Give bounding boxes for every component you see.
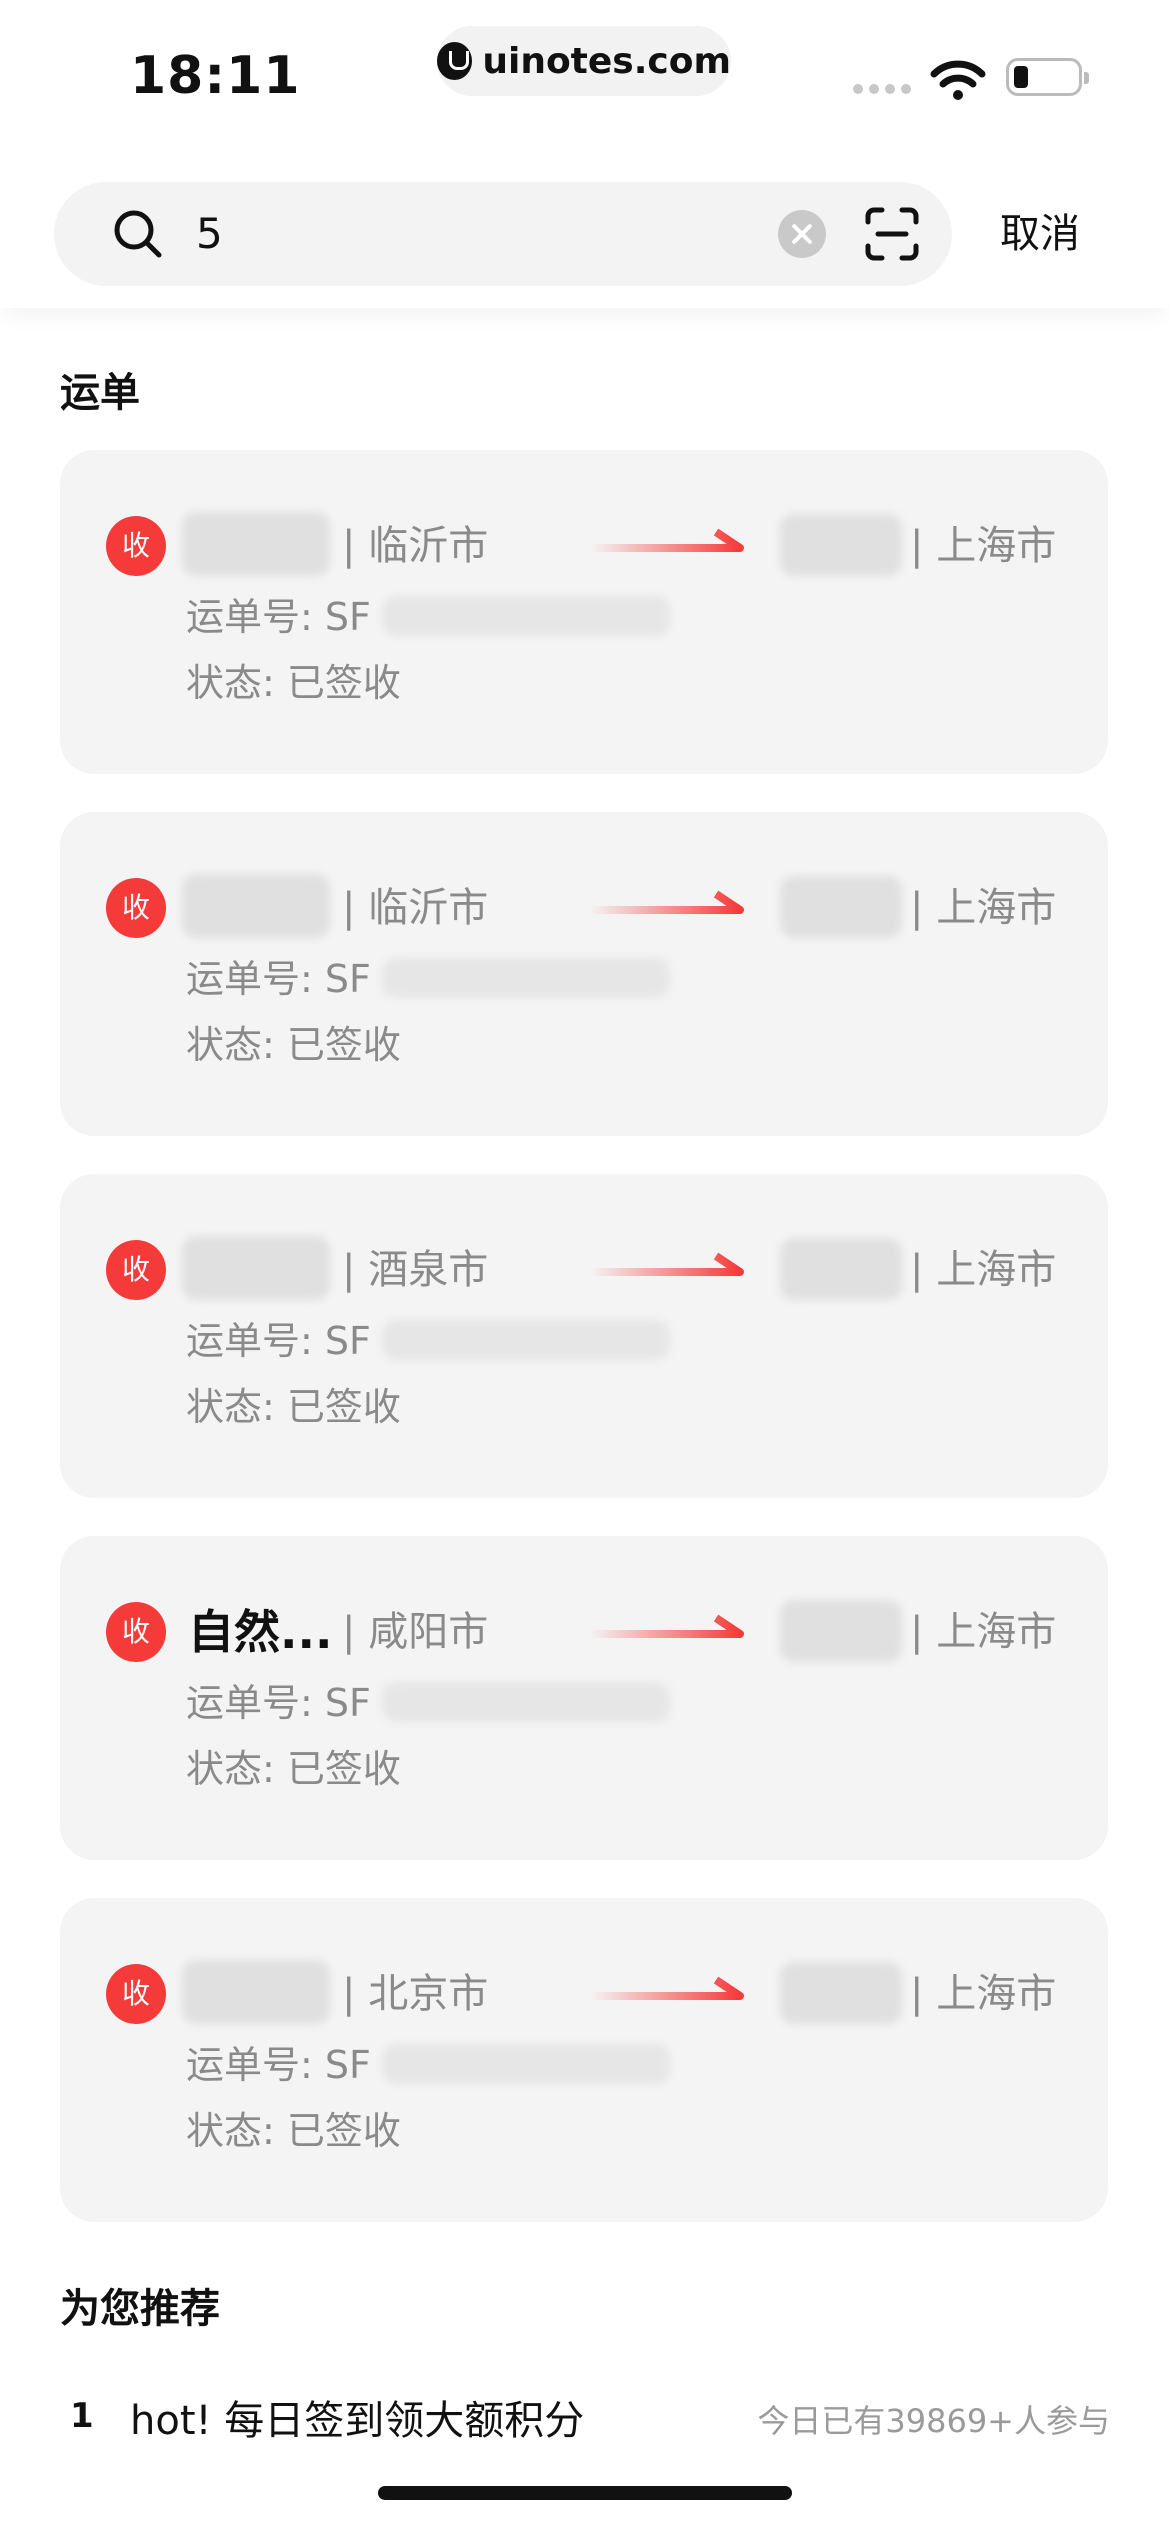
receive-badge: 收 [106,878,166,938]
receive-badge: 收 [106,1240,166,1300]
waybill-number-redacted [382,596,670,636]
waybill-number-redacted [382,958,670,998]
sender-city: | 临沂市 [342,885,489,931]
search-header: 5 取消 [0,150,1170,308]
waybill-number: 运单号: SF [186,957,371,1001]
status-bar: 18:11 uinotes.com [0,0,1170,150]
section-title-waybill: 运单 [60,370,140,416]
recommend-meta: 今日已有39869+人参与 [757,2402,1110,2438]
waybill-number-redacted [382,2044,670,2084]
search-input[interactable]: 5 [196,206,223,262]
receiver-name-redacted [780,1962,902,2024]
waybill-card[interactable]: 收 | 酒泉市 | 上海市 运单号: SF 状态: 已签收 [60,1174,1108,1498]
waybill-number-redacted [382,1320,670,1360]
wifi-icon [930,60,986,100]
section-title-recommend: 为您推荐 [60,2286,220,2332]
recommend-text: hot! 每日签到领大额积分 [130,2398,585,2438]
receiver-city: | 上海市 [910,1609,1057,1655]
sender-city: | 酒泉市 [342,1247,489,1293]
receive-badge: 收 [106,1602,166,1662]
sender-name-redacted [182,874,330,938]
sender-name-redacted [182,1236,330,1300]
sender-name-redacted [182,512,330,576]
site-logo-icon [437,42,473,80]
waybill-number: 运单号: SF [186,1681,371,1725]
waybill-card[interactable]: 收 | 北京市 | 上海市 运单号: SF 状态: 已签收 [60,1898,1108,2222]
receive-badge: 收 [106,516,166,576]
waybill-status: 状态: 已签收 [186,1023,401,1067]
sender-name: 自然... [188,1605,333,1659]
waybill-card[interactable]: 收 自然... | 咸阳市 | 上海市 运单号: SF 状态: 已签收 [60,1536,1108,1860]
url-pill[interactable]: uinotes.com [437,26,731,96]
sender-name-redacted [182,1960,330,2024]
status-time: 18:11 [130,46,301,106]
waybill-status: 状态: 已签收 [186,661,401,705]
sender-city: | 咸阳市 [342,1609,489,1655]
waybill-number: 运单号: SF [186,2043,371,2087]
sender-city: | 临沂市 [342,523,489,569]
route-arrow-icon [590,1614,744,1638]
route-arrow-icon [590,1252,744,1276]
url-text: uinotes.com [482,40,731,82]
receiver-city: | 上海市 [910,1971,1057,2017]
receive-badge: 收 [106,1964,166,2024]
receiver-city: | 上海市 [910,1247,1057,1293]
route-arrow-icon [590,1976,744,2000]
cellular-signal-icon [853,84,911,94]
search-icon [114,210,162,258]
waybill-card[interactable]: 收 | 临沂市 | 上海市 运单号: SF 状态: 已签收 [60,812,1108,1136]
scan-icon[interactable] [864,206,920,262]
receiver-city: | 上海市 [910,523,1057,569]
receiver-name-redacted [780,1238,902,1300]
recommend-item[interactable]: 1 hot! 每日签到领大额积分 今日已有39869+人参与 [60,2388,1110,2438]
waybill-status: 状态: 已签收 [186,1747,401,1791]
sender-city: | 北京市 [342,1971,489,2017]
waybill-card[interactable]: 收 | 临沂市 | 上海市 运单号: SF 状态: 已签收 [60,450,1108,774]
waybill-number-redacted [382,1682,670,1722]
cancel-button[interactable]: 取消 [1000,206,1080,262]
receiver-name-redacted [780,876,902,938]
receiver-name-redacted [780,514,902,576]
waybill-status: 状态: 已签收 [186,2109,401,2153]
search-box[interactable]: 5 [54,182,952,286]
receiver-city: | 上海市 [910,885,1057,931]
battery-icon [1006,58,1089,96]
route-arrow-icon [590,890,744,914]
recommend-index: 1 [70,2396,94,2436]
home-indicator[interactable] [378,2486,792,2500]
clear-icon[interactable] [778,210,826,258]
route-arrow-icon [590,528,744,552]
waybill-status: 状态: 已签收 [186,1385,401,1429]
waybill-number: 运单号: SF [186,595,371,639]
waybill-number: 运单号: SF [186,1319,371,1363]
receiver-name-redacted [780,1600,902,1662]
